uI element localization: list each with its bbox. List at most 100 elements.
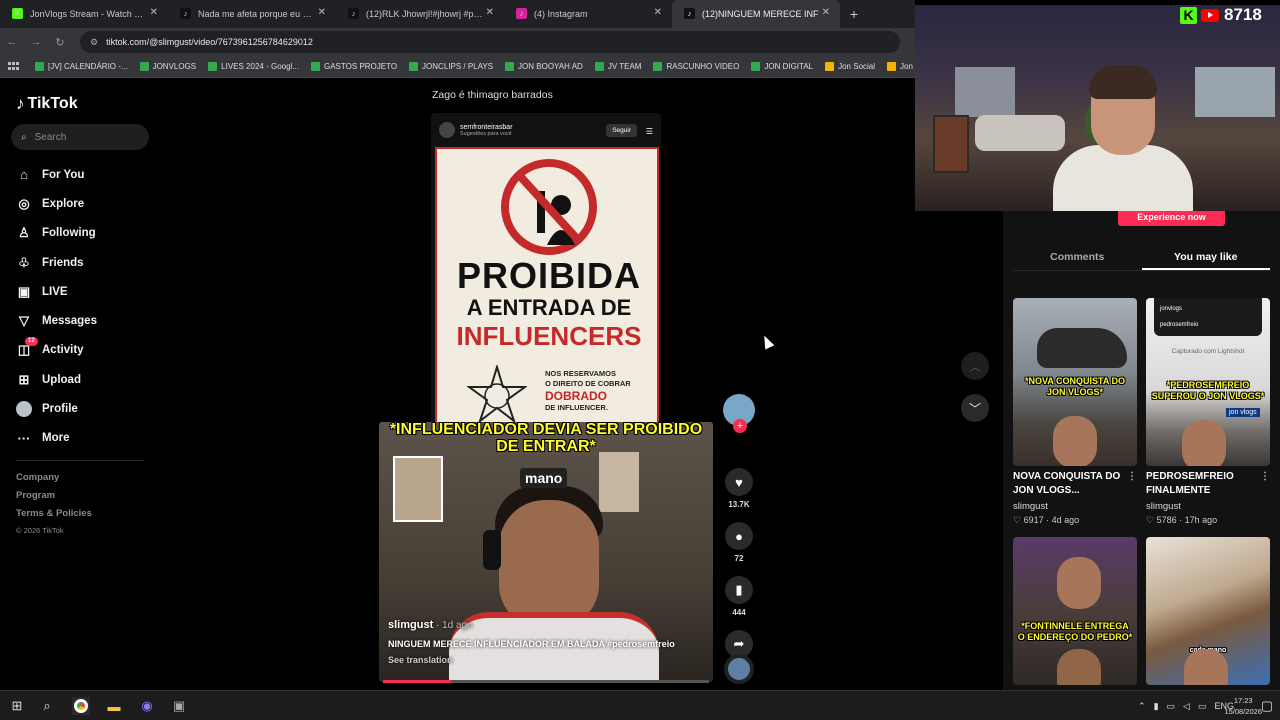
notifications-icon[interactable]: ▢ bbox=[1258, 697, 1276, 715]
chevron-up-icon: ︿ bbox=[968, 359, 981, 374]
tray-chevron-icon[interactable]: ⌃ bbox=[1138, 701, 1146, 712]
following-icon: ♙ bbox=[18, 225, 30, 241]
bookmark-icon bbox=[887, 62, 897, 71]
card-user: slimgust bbox=[1146, 501, 1181, 512]
browser-tab[interactable]: ♪ Nada me afeta porque eu semp ✕ bbox=[168, 0, 336, 28]
sidebar-item-following[interactable]: ♙ Following bbox=[16, 219, 97, 248]
poster-menu-icon: ☰ bbox=[645, 127, 653, 136]
sidebar-item-messages[interactable]: ▽ Messages bbox=[16, 306, 97, 335]
sidebar-item-friends[interactable]: ♧ Friends bbox=[16, 248, 97, 277]
video-progress-fill bbox=[383, 680, 452, 683]
display-icon[interactable]: ▭ bbox=[1198, 701, 1207, 712]
author-avatar[interactable]: + bbox=[723, 394, 755, 433]
music-disc-icon[interactable] bbox=[724, 654, 754, 684]
card-thumbnail: *FONTINNELE ENTREGA O ENDEREÇO DO PEDRO* bbox=[1013, 537, 1137, 685]
browser-tab[interactable]: ♪ (12)NINGUEM MERECE INF ✕ bbox=[672, 0, 840, 28]
comment-button[interactable]: ● bbox=[725, 522, 753, 550]
bookmark-item[interactable]: JV TEAM bbox=[594, 62, 641, 71]
video-poster: semfronteirasbar Sugestões para você Seg… bbox=[431, 113, 661, 443]
app-icon[interactable]: ▣ bbox=[170, 697, 188, 715]
messages-icon: ▽ bbox=[19, 313, 29, 329]
close-icon[interactable]: ✕ bbox=[486, 7, 494, 18]
bookmark-item[interactable]: [JV] CALENDÁRIO -... bbox=[35, 62, 128, 71]
reload-icon[interactable]: ↻ bbox=[48, 36, 72, 49]
back-icon[interactable]: ← bbox=[0, 36, 24, 48]
follow-plus-icon[interactable]: + bbox=[733, 419, 747, 433]
network-icon[interactable]: ▭ bbox=[1167, 701, 1176, 712]
experience-now-button[interactable]: Experience now bbox=[1118, 209, 1225, 226]
bookmark-icon: ▮ bbox=[735, 582, 743, 597]
search-icon[interactable]: ⌕ bbox=[38, 697, 56, 715]
heart-outline-icon: ♡ bbox=[1013, 515, 1022, 525]
url-bar[interactable]: ⚙ tiktok.com/@slimgust/video/76739612567… bbox=[80, 31, 900, 53]
apps-grid-icon[interactable] bbox=[8, 61, 19, 72]
bookmark-item[interactable]: RASCUNHO VIDEO bbox=[653, 62, 739, 71]
more-options-icon[interactable]: ⋮ bbox=[1127, 470, 1137, 484]
close-icon[interactable]: ✕ bbox=[654, 7, 662, 18]
tiktok-icon: ♪ bbox=[684, 8, 695, 19]
like-button[interactable]: ♥ bbox=[725, 468, 753, 496]
microphone-icon[interactable]: ▮ bbox=[1154, 701, 1159, 712]
tiktok-logo[interactable]: ♪ TikTok bbox=[16, 94, 78, 114]
search-icon: ⌕ bbox=[21, 131, 27, 143]
site-info-icon[interactable]: ⚙ bbox=[90, 37, 98, 48]
heart-outline-icon: ♡ bbox=[1146, 515, 1155, 525]
video-progress-bar[interactable] bbox=[383, 680, 709, 683]
footer-link-terms[interactable]: Terms & Policies bbox=[16, 508, 92, 526]
sidebar-item-upload[interactable]: ⊞ Upload bbox=[16, 365, 97, 394]
bookmark-item[interactable]: JONVLOGS bbox=[139, 62, 196, 71]
video-description: NINGUEM MERECE INFLUENCIADOR EM BALADA #… bbox=[388, 639, 675, 649]
close-icon[interactable]: ✕ bbox=[318, 7, 326, 18]
chrome-icon[interactable] bbox=[72, 697, 90, 715]
sidebar-item-for-you[interactable]: ⌂ For You bbox=[16, 160, 97, 189]
browser-tab[interactable]: K JonVlogs Stream - Watch Live o ✕ bbox=[0, 0, 168, 28]
recommended-card[interactable]: *FONTINNELE ENTREGA O ENDEREÇO DO PEDRO* bbox=[1013, 537, 1137, 685]
previous-video-button[interactable]: ︿ bbox=[961, 352, 989, 380]
close-icon[interactable]: ✕ bbox=[150, 7, 158, 18]
forward-icon[interactable]: → bbox=[24, 36, 48, 48]
bookmark-item[interactable]: JON BOOYAH AD bbox=[505, 62, 583, 71]
next-video-button[interactable]: ﹀ bbox=[961, 394, 989, 422]
search-input[interactable]: ⌕ Search bbox=[11, 124, 149, 150]
see-translation-link[interactable]: See translation bbox=[388, 655, 675, 665]
discord-icon[interactable]: ◉ bbox=[138, 697, 156, 715]
copyright: © 2026 TikTok bbox=[16, 526, 64, 535]
recommended-card[interactable]: *NOVA CONQUISTA DO JON VLOGS* NOVA CONQU… bbox=[1013, 298, 1137, 526]
tab-comments[interactable]: Comments bbox=[1013, 245, 1142, 270]
sidebar-item-label: Friends bbox=[42, 256, 84, 269]
clock[interactable]: 17:23 15/08/2026 bbox=[1224, 695, 1262, 717]
sidebar-item-more[interactable]: ··· More bbox=[16, 424, 97, 453]
card-caption: *PEDROSEMFREIO SUPEROU O JON VLOGS* bbox=[1151, 380, 1265, 401]
video-author[interactable]: slimgust bbox=[388, 619, 433, 631]
sidebar-item-explore[interactable]: ◎ Explore bbox=[16, 189, 97, 218]
footer-link-program[interactable]: Program bbox=[16, 490, 92, 508]
browser-tab[interactable]: ♪ (12)RLK Jhowrjl!#jhowrj #prime ✕ bbox=[336, 0, 504, 28]
card-face bbox=[1057, 649, 1101, 685]
tab-you-may-like[interactable]: You may like bbox=[1141, 245, 1270, 270]
bookmark-item[interactable]: LIVES 2024 - Googl... bbox=[208, 62, 299, 71]
recommended-card[interactable]: jonvlogs pedrosemfreio Capturado com Lig… bbox=[1146, 298, 1270, 526]
tab-title: (4) Instagram bbox=[534, 9, 588, 19]
volume-icon[interactable]: ◁ bbox=[1183, 701, 1190, 712]
recommended-card[interactable]: cade mano bbox=[1146, 537, 1270, 685]
more-options-icon[interactable]: ⋮ bbox=[1260, 470, 1270, 484]
sidebar-item-activity[interactable]: ◫ 12 Activity bbox=[16, 336, 97, 365]
bookmark-item[interactable]: Jon Social bbox=[825, 62, 875, 71]
bookmark-label: [JV] CALENDÁRIO -... bbox=[48, 62, 128, 71]
card-title-text: NOVA CONQUISTA DO JON VLOGS... bbox=[1013, 471, 1121, 496]
browser-tab[interactable]: ♪ (4) Instagram ✕ bbox=[504, 0, 672, 28]
tiktok-icon: ♪ bbox=[180, 8, 191, 19]
new-tab-button[interactable]: + bbox=[840, 6, 868, 22]
close-icon[interactable]: ✕ bbox=[822, 7, 830, 18]
sidebar-item-live[interactable]: ▣ LIVE bbox=[16, 277, 97, 306]
bookmark-item[interactable]: GASTOS PROJETO bbox=[310, 62, 397, 71]
save-button[interactable]: ▮ bbox=[725, 576, 753, 604]
bookmark-item[interactable]: JONCLIPS / PLAYS bbox=[409, 62, 493, 71]
windows-start-icon[interactable]: ⊞ bbox=[8, 697, 26, 715]
file-explorer-icon[interactable]: ▬ bbox=[105, 697, 123, 715]
bookmark-item[interactable]: JON DIGITAL bbox=[751, 62, 813, 71]
footer-link-company[interactable]: Company bbox=[16, 472, 92, 490]
card-title: NOVA CONQUISTA DO JON VLOGS... ⋮ bbox=[1013, 470, 1137, 498]
right-panel-tabs: Comments You may like bbox=[1013, 245, 1270, 271]
sidebar-item-profile[interactable]: Profile bbox=[16, 394, 97, 423]
